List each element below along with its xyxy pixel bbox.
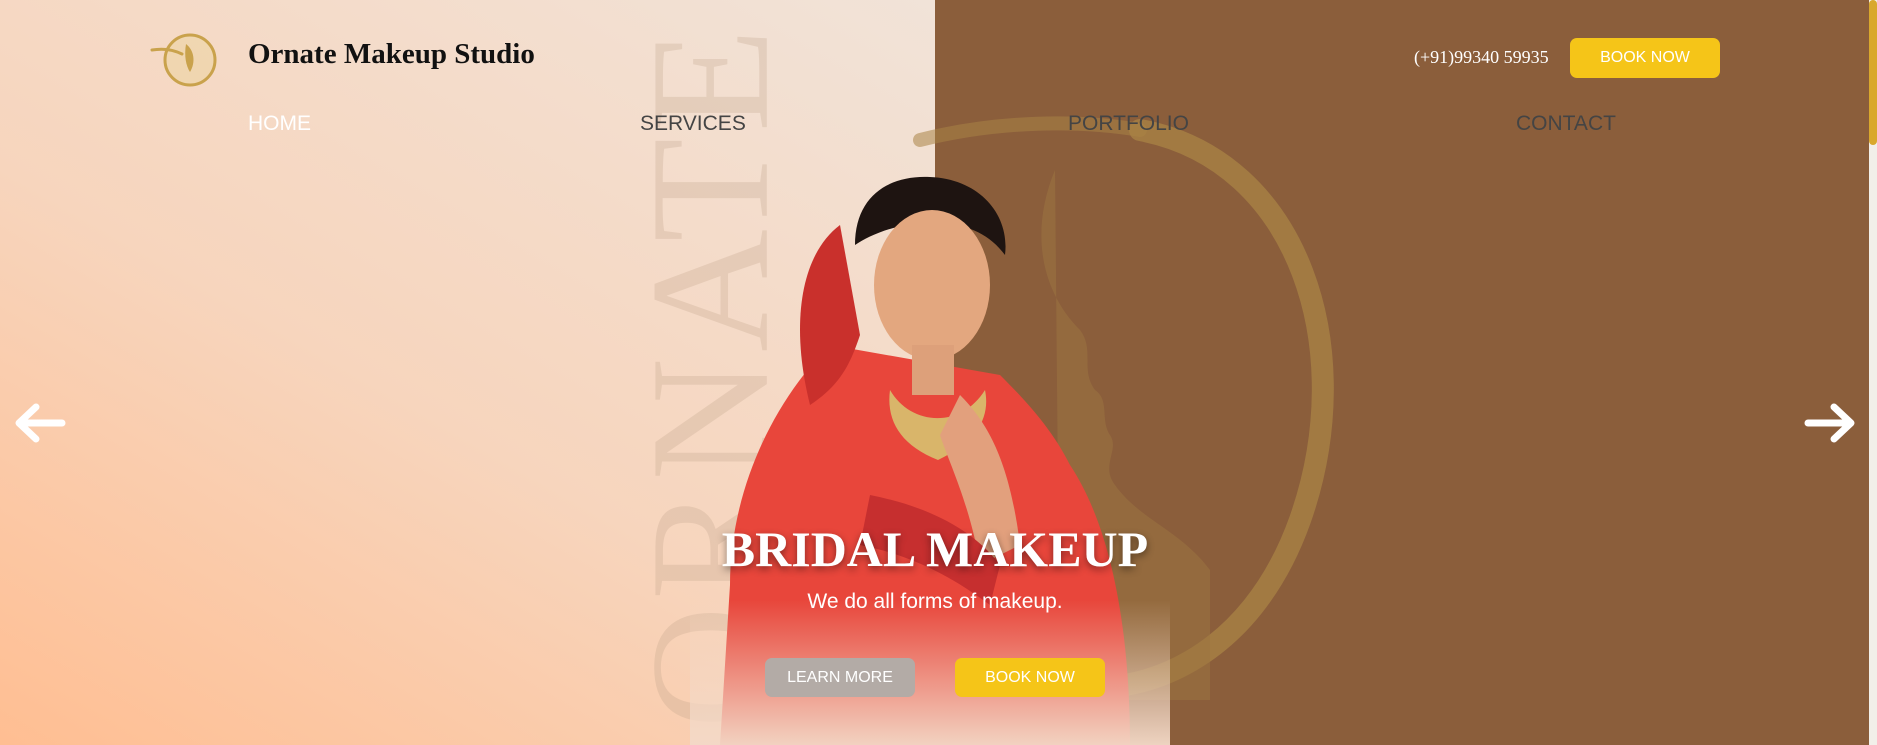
hero-title: BRIDAL MAKEUP <box>721 521 1149 577</box>
nav-item-portfolio[interactable]: PORTFOLIO <box>1068 112 1189 136</box>
header-book-now-button[interactable]: BOOK NOW <box>1570 38 1720 78</box>
nav-item-home[interactable]: HOME <box>248 112 311 136</box>
arrow-right-icon[interactable] <box>1800 400 1860 446</box>
site-header: Ornate Makeup Studio (+91)99340 59935 BO… <box>0 0 1877 135</box>
learn-more-button[interactable]: LEARN MORE <box>765 658 915 697</box>
nav-item-contact[interactable]: CONTACT <box>1516 112 1616 136</box>
hero-subtitle: We do all forms of makeup. <box>807 590 1063 613</box>
studio-logo-icon[interactable] <box>150 28 222 90</box>
phone-number[interactable]: (+91)99340 59935 <box>1414 47 1549 68</box>
hero-book-now-button[interactable]: BOOK NOW <box>955 658 1105 697</box>
nav-item-services[interactable]: SERVICES <box>640 112 746 136</box>
brand-name[interactable]: Ornate Makeup Studio <box>248 38 535 71</box>
scrollbar-thumb[interactable] <box>1869 0 1877 145</box>
arrow-left-icon[interactable] <box>10 400 70 446</box>
